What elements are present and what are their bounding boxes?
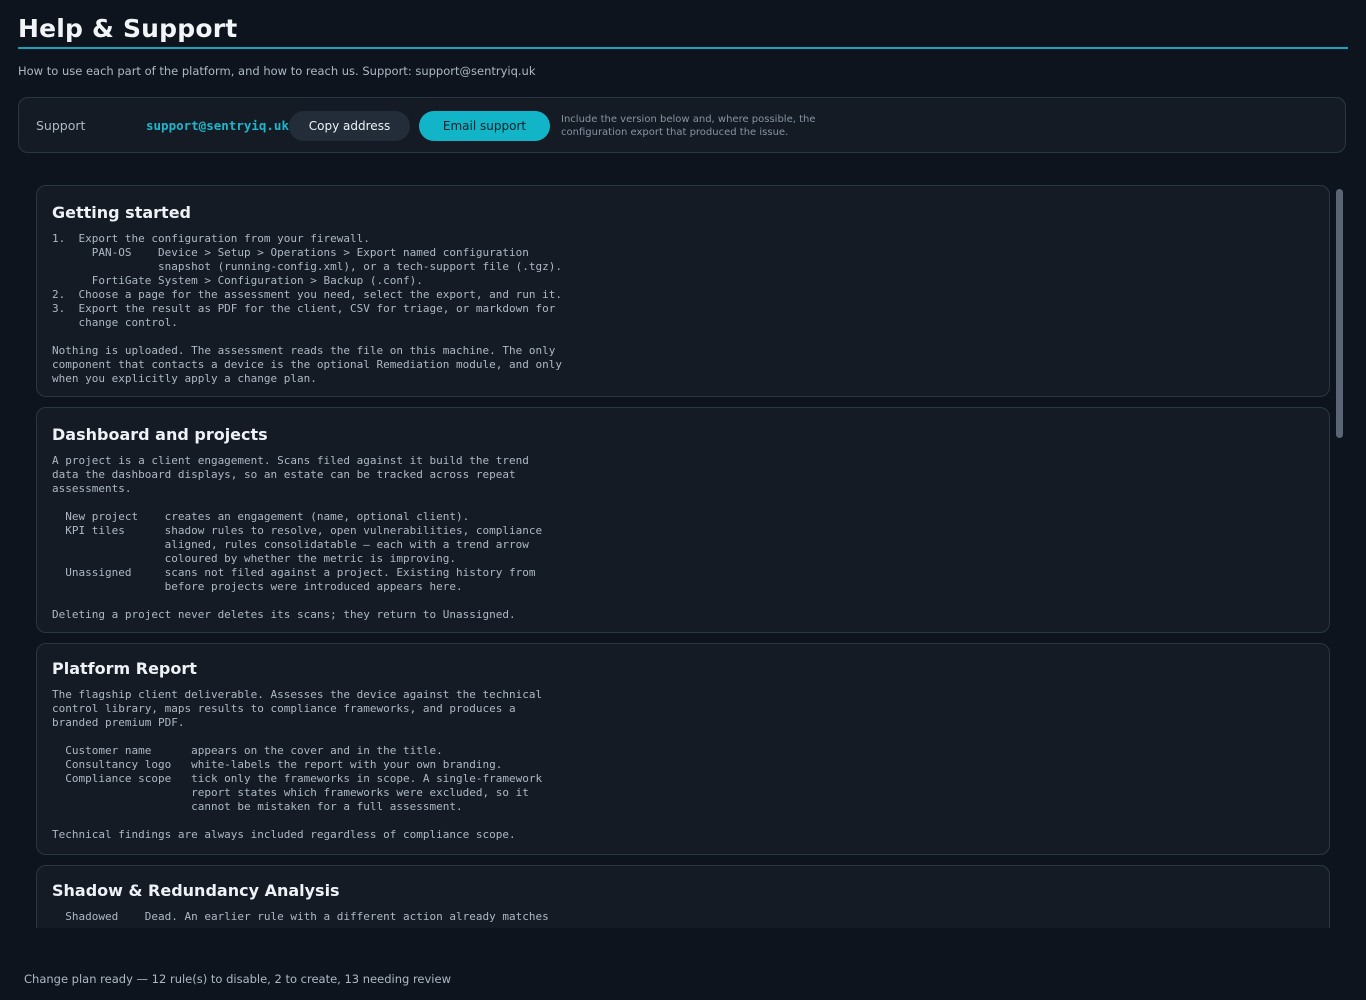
page-subtitle: How to use each part of the platform, an… [18, 64, 536, 78]
section-title: Getting started [52, 203, 191, 222]
status-message: Change plan ready — 12 rule(s) to disabl… [24, 972, 451, 986]
support-email-address[interactable]: support@sentryiq.uk [146, 118, 289, 133]
section-title: Platform Report [52, 659, 197, 678]
section-dashboard-and-projects: Dashboard and projects A project is a cl… [36, 407, 1330, 633]
scrollbar-thumb[interactable] [1336, 189, 1343, 438]
section-body: The flagship client deliverable. Assesse… [52, 688, 543, 841]
support-label: Support [36, 118, 86, 133]
title-divider [18, 47, 1348, 49]
section-platform-report: Platform Report The flagship client deli… [36, 643, 1330, 855]
section-title: Dashboard and projects [52, 425, 268, 444]
copy-address-button[interactable]: Copy address [289, 111, 410, 141]
scrollbar[interactable] [1336, 185, 1343, 928]
support-panel: Support support@sentryiq.uk Copy address… [18, 97, 1346, 153]
section-getting-started: Getting started 1. Export the configurat… [36, 185, 1330, 397]
page-title: Help & Support [18, 14, 238, 43]
section-body: 1. Export the configuration from your fi… [52, 232, 562, 385]
section-body: Shadowed Dead. An earlier rule with a di… [52, 910, 549, 923]
help-sections-scroll-area[interactable]: Getting started 1. Export the configurat… [36, 185, 1346, 928]
support-note: Include the version below and, where pos… [561, 114, 816, 138]
section-body: A project is a client engagement. Scans … [52, 454, 543, 621]
email-support-button[interactable]: Email support [419, 111, 550, 141]
section-shadow-redundancy-analysis: Shadow & Redundancy Analysis Shadowed De… [36, 865, 1330, 928]
section-title: Shadow & Redundancy Analysis [52, 881, 340, 900]
